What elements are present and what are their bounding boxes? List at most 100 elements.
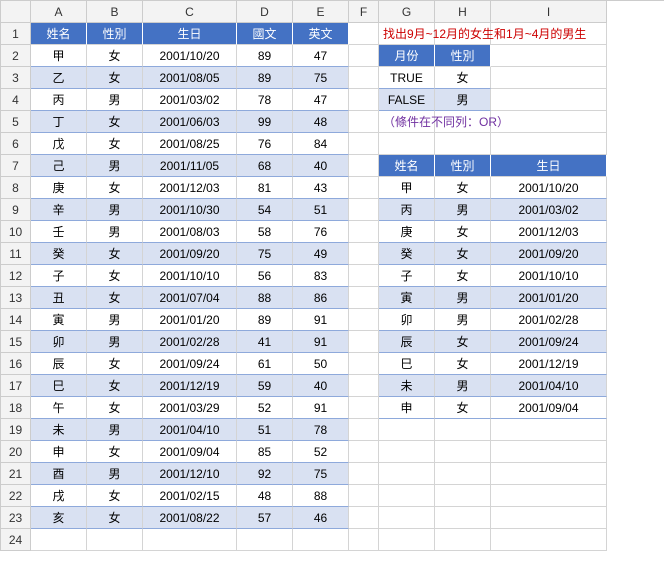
- data-cell[interactable]: 女: [87, 485, 143, 507]
- empty-cell[interactable]: [349, 45, 379, 67]
- empty-cell[interactable]: [349, 441, 379, 463]
- data-cell[interactable]: 75: [293, 463, 349, 485]
- criteria-cell[interactable]: 女: [435, 67, 491, 89]
- data-cell[interactable]: 女: [87, 265, 143, 287]
- data-cell[interactable]: 2001/02/15: [143, 485, 237, 507]
- row-header[interactable]: 24: [1, 529, 31, 551]
- criteria-cell[interactable]: FALSE: [379, 89, 435, 111]
- row-header[interactable]: 21: [1, 463, 31, 485]
- empty-cell[interactable]: [491, 419, 607, 441]
- data-cell[interactable]: 52: [293, 441, 349, 463]
- data-cell[interactable]: 卯: [31, 331, 87, 353]
- data-cell[interactable]: 52: [237, 397, 293, 419]
- data-cell[interactable]: 2001/01/20: [143, 309, 237, 331]
- column-header[interactable]: H: [435, 1, 491, 23]
- data-cell[interactable]: 2001/09/20: [143, 243, 237, 265]
- data-cell[interactable]: 88: [237, 287, 293, 309]
- result-cell[interactable]: 卯: [379, 309, 435, 331]
- empty-cell[interactable]: [379, 419, 435, 441]
- data-cell[interactable]: 91: [293, 309, 349, 331]
- empty-cell[interactable]: [435, 529, 491, 551]
- data-cell[interactable]: 2001/08/22: [143, 507, 237, 529]
- data-cell[interactable]: 女: [87, 375, 143, 397]
- empty-cell[interactable]: [143, 529, 237, 551]
- data-cell[interactable]: 76: [293, 221, 349, 243]
- row-header[interactable]: 11: [1, 243, 31, 265]
- empty-cell[interactable]: [349, 375, 379, 397]
- data-cell[interactable]: 男: [87, 221, 143, 243]
- data-cell[interactable]: 女: [87, 397, 143, 419]
- empty-cell[interactable]: [349, 529, 379, 551]
- data-cell[interactable]: 2001/06/03: [143, 111, 237, 133]
- empty-cell[interactable]: [349, 89, 379, 111]
- data-cell[interactable]: 女: [87, 45, 143, 67]
- result-cell[interactable]: 2001/03/02: [491, 199, 607, 221]
- data-cell[interactable]: 43: [293, 177, 349, 199]
- empty-cell[interactable]: [491, 463, 607, 485]
- empty-cell[interactable]: [435, 419, 491, 441]
- column-header[interactable]: C: [143, 1, 237, 23]
- empty-cell[interactable]: [349, 507, 379, 529]
- row-header[interactable]: 15: [1, 331, 31, 353]
- row-header[interactable]: 9: [1, 199, 31, 221]
- result-cell[interactable]: 2001/02/28: [491, 309, 607, 331]
- column-header[interactable]: A: [31, 1, 87, 23]
- row-header[interactable]: 1: [1, 23, 31, 45]
- row-header[interactable]: 20: [1, 441, 31, 463]
- column-header[interactable]: I: [491, 1, 607, 23]
- data-cell[interactable]: 58: [237, 221, 293, 243]
- data-cell[interactable]: 癸: [31, 243, 87, 265]
- column-header[interactable]: B: [87, 1, 143, 23]
- data-cell[interactable]: 女: [87, 507, 143, 529]
- result-cell[interactable]: 2001/09/04: [491, 397, 607, 419]
- data-cell[interactable]: 午: [31, 397, 87, 419]
- result-cell[interactable]: 2001/09/20: [491, 243, 607, 265]
- empty-cell[interactable]: [491, 441, 607, 463]
- data-cell[interactable]: 2001/10/10: [143, 265, 237, 287]
- data-cell[interactable]: 女: [87, 67, 143, 89]
- result-cell[interactable]: 2001/12/03: [491, 221, 607, 243]
- data-cell[interactable]: 84: [293, 133, 349, 155]
- data-cell[interactable]: 丁: [31, 111, 87, 133]
- data-cell[interactable]: 2001/12/03: [143, 177, 237, 199]
- data-cell[interactable]: 99: [237, 111, 293, 133]
- data-cell[interactable]: 85: [237, 441, 293, 463]
- data-cell[interactable]: 75: [293, 67, 349, 89]
- row-header[interactable]: 14: [1, 309, 31, 331]
- empty-cell[interactable]: [237, 529, 293, 551]
- data-cell[interactable]: 57: [237, 507, 293, 529]
- result-cell[interactable]: 2001/10/10: [491, 265, 607, 287]
- data-cell[interactable]: 68: [237, 155, 293, 177]
- data-cell[interactable]: 壬: [31, 221, 87, 243]
- data-cell[interactable]: 91: [293, 397, 349, 419]
- empty-cell[interactable]: [349, 23, 379, 45]
- result-cell[interactable]: 2001/04/10: [491, 375, 607, 397]
- data-cell[interactable]: 男: [87, 89, 143, 111]
- data-cell[interactable]: 男: [87, 199, 143, 221]
- empty-cell[interactable]: [491, 89, 607, 111]
- empty-cell[interactable]: [349, 353, 379, 375]
- result-cell[interactable]: 女: [435, 221, 491, 243]
- data-cell[interactable]: 丙: [31, 89, 87, 111]
- data-cell[interactable]: 男: [87, 155, 143, 177]
- data-cell[interactable]: 47: [293, 89, 349, 111]
- row-header[interactable]: 2: [1, 45, 31, 67]
- empty-cell[interactable]: [349, 287, 379, 309]
- data-cell[interactable]: 戌: [31, 485, 87, 507]
- data-cell[interactable]: 40: [293, 375, 349, 397]
- row-header[interactable]: 17: [1, 375, 31, 397]
- data-cell[interactable]: 2001/12/10: [143, 463, 237, 485]
- row-header[interactable]: 8: [1, 177, 31, 199]
- empty-cell[interactable]: [379, 441, 435, 463]
- result-cell[interactable]: 女: [435, 397, 491, 419]
- result-cell[interactable]: 男: [435, 309, 491, 331]
- data-cell[interactable]: 56: [237, 265, 293, 287]
- data-cell[interactable]: 女: [87, 441, 143, 463]
- empty-cell[interactable]: [349, 243, 379, 265]
- empty-cell[interactable]: [379, 529, 435, 551]
- data-cell[interactable]: 女: [87, 111, 143, 133]
- data-cell[interactable]: 88: [293, 485, 349, 507]
- data-cell[interactable]: 2001/03/02: [143, 89, 237, 111]
- data-cell[interactable]: 89: [237, 45, 293, 67]
- empty-cell[interactable]: [349, 397, 379, 419]
